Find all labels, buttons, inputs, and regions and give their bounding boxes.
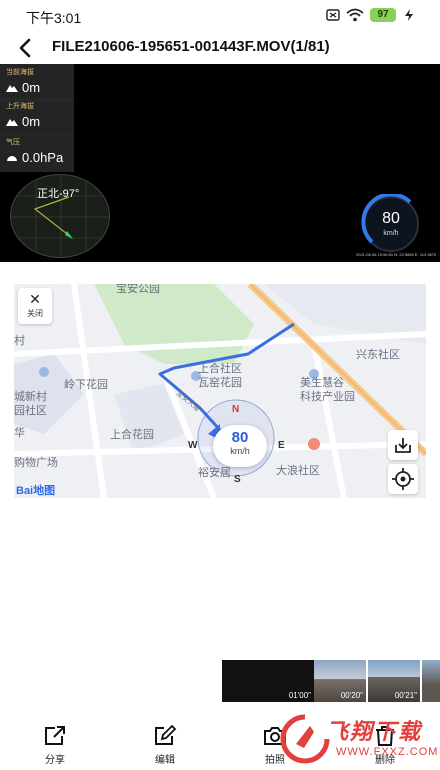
- altitude-value: 0m: [22, 80, 41, 95]
- poi-label: 兴东社区: [356, 349, 400, 361]
- compass-s: S: [234, 474, 241, 485]
- share-icon: [45, 726, 65, 745]
- altitude-row: 0m: [6, 80, 40, 95]
- poi-label: 华: [14, 427, 25, 439]
- poi-label: 大浪社区: [276, 465, 320, 477]
- poi-label: 宝安公园: [116, 284, 160, 295]
- poi-label: 购物广场: [14, 457, 58, 469]
- battery-icon: 97: [370, 8, 396, 22]
- map-speed-badge: 80 km/h: [213, 425, 267, 467]
- wifi-icon: [346, 8, 364, 22]
- back-arrow-icon[interactable]: [14, 36, 38, 60]
- thumbnail[interactable]: [422, 660, 440, 702]
- video-player-page: 下午3:01 97 FILE210606-195651-001443F.MOV(…: [0, 0, 440, 770]
- poi-label: 上合花园: [110, 429, 154, 441]
- status-bar: 下午3:01 97: [0, 0, 440, 30]
- climb-label: 上升海拔: [6, 103, 34, 110]
- watermark: 飞翔下载 WWW.FXXZ.COM: [276, 708, 440, 770]
- download-icon: [395, 438, 411, 453]
- pressure-panel: 气压 0.0hPa: [0, 134, 74, 172]
- compass-n: N: [232, 404, 240, 415]
- page-title: FILE210606-195651-001443F.MOV(1/81): [52, 38, 330, 55]
- speedometer: 80 km/h: [354, 194, 428, 254]
- thumbnail-time: 01'00": [288, 691, 311, 700]
- poi-label: 裕安居: [198, 467, 231, 479]
- close-map-button[interactable]: ✕ 关闭: [18, 288, 52, 324]
- poi-label: 科技产业园: [300, 391, 355, 403]
- download-button[interactable]: [388, 430, 418, 460]
- video-speed-unit: km/h: [383, 230, 399, 237]
- dnd-icon: [326, 9, 340, 21]
- edit-label: 编辑: [155, 755, 175, 766]
- compass-e: E: [278, 440, 285, 451]
- poi-label: 村: [14, 335, 25, 347]
- share-label: 分享: [45, 755, 65, 766]
- mountain-up-icon: [6, 119, 18, 126]
- share-button[interactable]: 分享: [25, 724, 85, 766]
- thumbnail-time: 00'21": [394, 691, 417, 700]
- climb-row: 0m: [6, 114, 40, 129]
- pressure-value: 0.0hPa: [22, 150, 64, 165]
- poi-label: 园社区: [14, 405, 47, 417]
- thumbnail-strip[interactable]: 01'00" 00'20" 00'21": [222, 660, 440, 702]
- thumbnail-time: 00'20": [340, 691, 363, 700]
- close-icon: ✕: [29, 291, 41, 307]
- video-player[interactable]: 当前海拔 0m 上升海拔 0m 气压 0.0hPa 正北-97° 80 km/h…: [0, 64, 440, 262]
- compass-w: W: [188, 440, 198, 451]
- map-speed-value: 80: [231, 429, 249, 446]
- thumbnail[interactable]: 00'20": [314, 660, 366, 702]
- gauge-icon: [7, 156, 17, 161]
- close-map-label: 关闭: [27, 309, 43, 318]
- map-speed-unit: km/h: [230, 446, 250, 456]
- pressure-label: 气压: [6, 139, 20, 146]
- charging-icon: [405, 9, 413, 21]
- poi-label: 岭下花园: [64, 379, 108, 391]
- heading-text: 正北-97°: [37, 188, 80, 200]
- poi-label: 瓦窑花园: [198, 377, 242, 389]
- baidu-map-logo: Bai地图: [16, 485, 56, 497]
- status-icons: 97: [326, 7, 416, 23]
- thumbnail[interactable]: 00'21": [368, 660, 420, 702]
- heading-compass: 正北-97°: [10, 174, 110, 258]
- climb-value: 0m: [22, 114, 41, 129]
- edit-button[interactable]: 编辑: [135, 724, 195, 766]
- pressure-row: 0.0hPa: [6, 150, 63, 165]
- altitude-panel: 当前海拔 0m: [0, 64, 74, 102]
- video-speed-value: 80: [382, 210, 400, 227]
- thumbnail[interactable]: 01'00": [222, 660, 314, 702]
- map-view[interactable]: 宝安公园 兴东社区 上合社区 瓦窑花园 岭下花园 美生慧谷 科技产业园 城新村 …: [14, 284, 426, 498]
- climb-panel: 上升海拔 0m: [0, 98, 74, 136]
- title-bar: FILE210606-195651-001443F.MOV(1/81): [0, 30, 440, 64]
- watermark-logo-icon: [280, 714, 330, 764]
- mountain-icon: [6, 85, 18, 92]
- watermark-url: WWW.FXXZ.COM: [336, 746, 439, 758]
- altitude-label: 当前海拔: [6, 69, 34, 76]
- watermark-title: 飞翔下载: [326, 719, 423, 744]
- status-time: 下午3:01: [26, 10, 82, 26]
- overlay-info: 2021-06-06 19:56:51 N: 22.5880 E: 113.98…: [356, 252, 437, 257]
- edit-icon: [155, 724, 177, 745]
- locate-button[interactable]: [388, 464, 418, 494]
- locate-icon: [392, 468, 414, 490]
